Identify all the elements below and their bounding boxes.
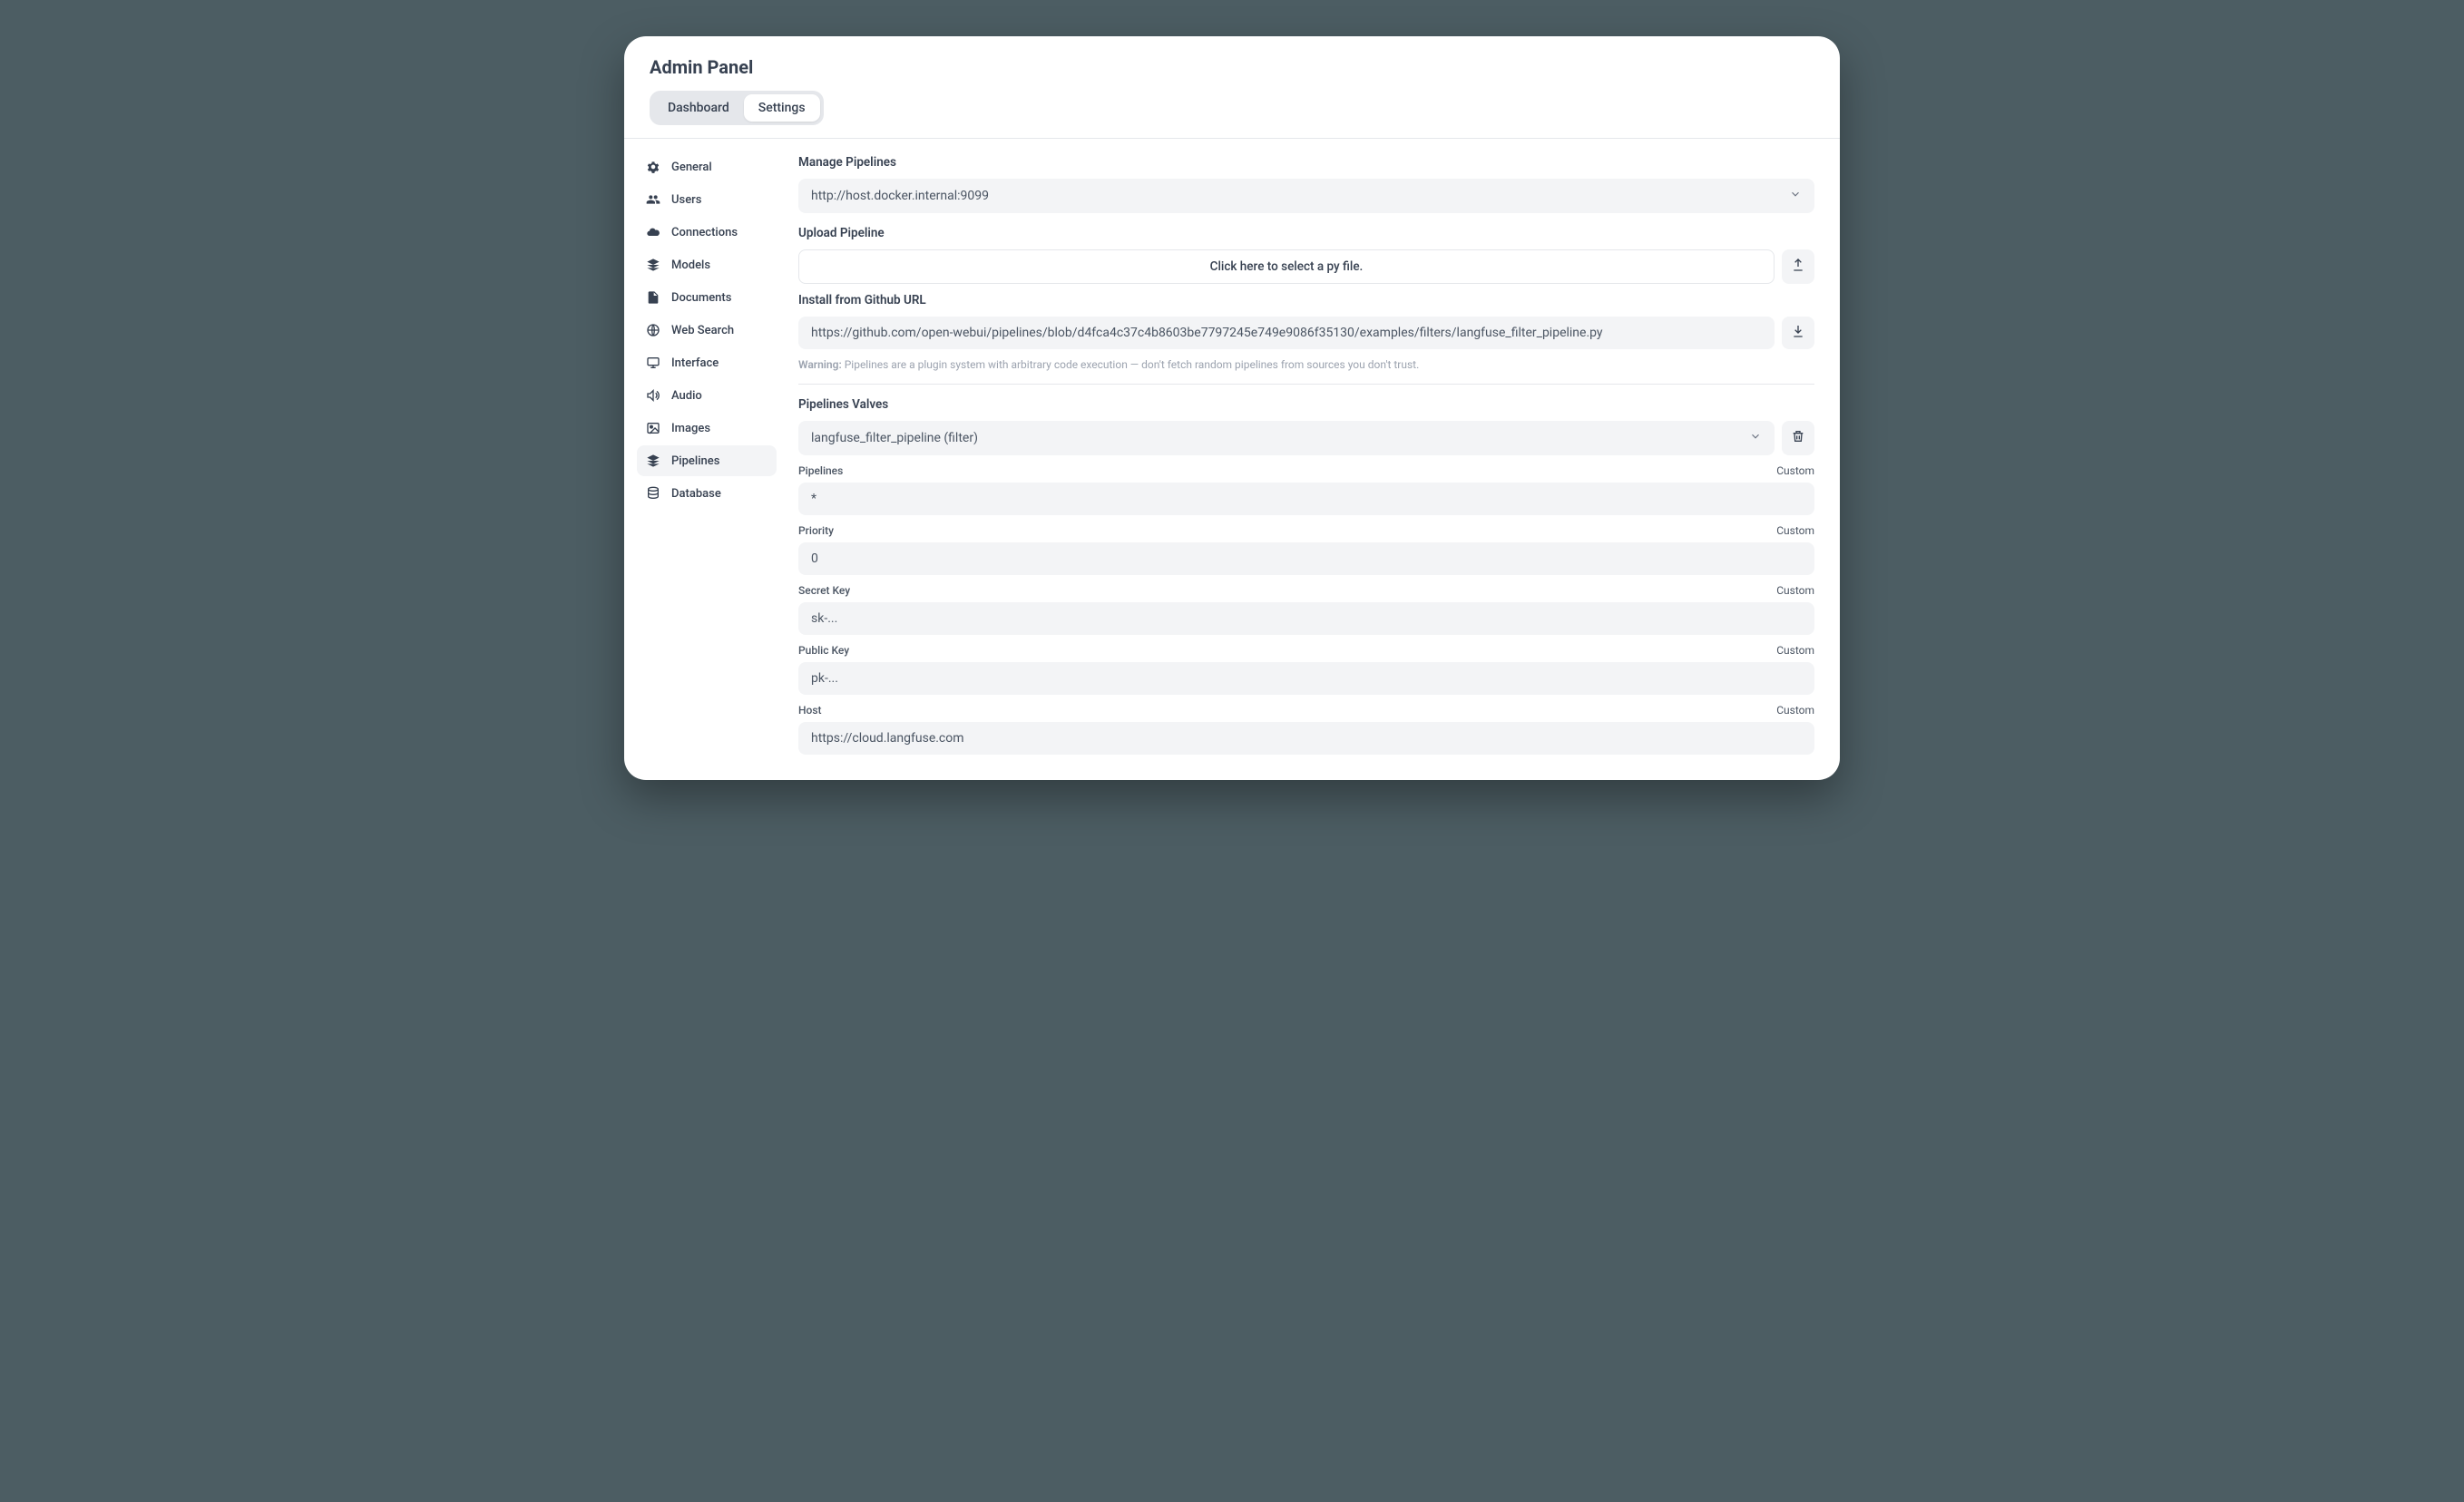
header: Admin Panel Dashboard Settings xyxy=(624,36,1840,138)
install-github-label: Install from Github URL xyxy=(798,293,1814,307)
pipeline-select[interactable]: langfuse_filter_pipeline (filter) xyxy=(798,421,1775,455)
sidebar-item-label: Models xyxy=(671,258,710,272)
valve-label: Priority xyxy=(798,524,834,537)
page-title: Admin Panel xyxy=(650,56,1814,78)
sidebar-item-label: Images xyxy=(671,422,710,435)
tab-dashboard[interactable]: Dashboard xyxy=(653,94,744,122)
sidebar-item-label: Pipelines xyxy=(671,454,719,468)
tab-settings[interactable]: Settings xyxy=(744,94,820,122)
valve-input-public-key[interactable]: pk-... xyxy=(798,662,1814,695)
download-button[interactable] xyxy=(1782,317,1814,349)
upload-button[interactable] xyxy=(1782,249,1814,284)
sidebar-item-label: Web Search xyxy=(671,324,734,337)
section-divider xyxy=(798,384,1814,385)
valve-input-pipelines[interactable]: * xyxy=(798,483,1814,515)
globe-icon xyxy=(646,323,660,337)
pipeline-host-value: http://host.docker.internal:9099 xyxy=(811,189,989,203)
delete-pipeline-button[interactable] xyxy=(1782,421,1814,455)
chevron-down-icon xyxy=(1749,430,1762,446)
top-tabs: Dashboard Settings xyxy=(650,91,824,125)
pipelines-valves-label: Pipelines Valves xyxy=(798,397,1814,412)
warning-body: Pipelines are a plugin system with arbit… xyxy=(842,358,1420,371)
manage-pipelines-label: Manage Pipelines xyxy=(798,155,1814,170)
valve-custom-toggle[interactable]: Custom xyxy=(1776,644,1814,657)
upload-icon xyxy=(1791,258,1805,276)
valve-custom-toggle[interactable]: Custom xyxy=(1776,704,1814,717)
sidebar-item-users[interactable]: Users xyxy=(637,184,777,215)
database-icon xyxy=(646,486,660,501)
valve-row-priority: Priority Custom xyxy=(798,524,1814,537)
github-url-input[interactable]: https://github.com/open-webui/pipelines/… xyxy=(798,317,1775,349)
sidebar-item-general[interactable]: General xyxy=(637,151,777,182)
valve-row-secret-key: Secret Key Custom xyxy=(798,584,1814,597)
sidebar-item-label: Documents xyxy=(671,291,731,305)
sidebar-item-label: Database xyxy=(671,487,721,501)
sidebar-item-label: Connections xyxy=(671,226,738,239)
sidebar-item-pipelines[interactable]: Pipelines xyxy=(637,445,777,476)
valve-label: Secret Key xyxy=(798,584,850,597)
sidebar-item-interface[interactable]: Interface xyxy=(637,347,777,378)
gear-icon xyxy=(646,160,660,174)
valve-row-host: Host Custom xyxy=(798,704,1814,717)
sidebar-item-connections[interactable]: Connections xyxy=(637,217,777,248)
valve-input-secret-key[interactable]: sk-... xyxy=(798,602,1814,635)
stack-icon xyxy=(646,258,660,272)
document-icon xyxy=(646,290,660,305)
valve-input-host[interactable]: https://cloud.langfuse.com xyxy=(798,722,1814,755)
monitor-icon xyxy=(646,356,660,370)
sidebar-item-database[interactable]: Database xyxy=(637,478,777,509)
sidebar-item-images[interactable]: Images xyxy=(637,413,777,444)
valve-custom-toggle[interactable]: Custom xyxy=(1776,464,1814,477)
admin-panel-window: Admin Panel Dashboard Settings General U… xyxy=(624,36,1840,780)
body: General Users Connections Models xyxy=(624,139,1840,780)
layers-icon xyxy=(646,454,660,468)
valve-input-priority[interactable]: 0 xyxy=(798,542,1814,575)
sidebar-item-label: Users xyxy=(671,193,701,207)
sidebar-item-label: General xyxy=(671,161,712,174)
image-icon xyxy=(646,421,660,435)
warning-bold: Warning: xyxy=(798,358,842,371)
sidebar-item-label: Interface xyxy=(671,356,719,370)
valve-label: Host xyxy=(798,704,822,717)
trash-icon xyxy=(1791,429,1805,447)
valve-label: Pipelines xyxy=(798,464,843,477)
sidebar-item-web-search[interactable]: Web Search xyxy=(637,315,777,346)
download-icon xyxy=(1791,324,1805,342)
cloud-icon xyxy=(646,225,660,239)
sidebar-item-label: Audio xyxy=(671,389,702,403)
valve-custom-toggle[interactable]: Custom xyxy=(1776,524,1814,537)
upload-file-zone[interactable]: Click here to select a py file. xyxy=(798,249,1775,284)
valve-label: Public Key xyxy=(798,644,849,657)
settings-sidebar: General Users Connections Models xyxy=(624,139,786,780)
sidebar-item-audio[interactable]: Audio xyxy=(637,380,777,411)
valve-row-public-key: Public Key Custom xyxy=(798,644,1814,657)
speaker-icon xyxy=(646,388,660,403)
main-content: Manage Pipelines http://host.docker.inte… xyxy=(786,139,1840,780)
sidebar-item-documents[interactable]: Documents xyxy=(637,282,777,313)
pipeline-host-select[interactable]: http://host.docker.internal:9099 xyxy=(798,179,1814,213)
valve-row-pipelines: Pipelines Custom xyxy=(798,464,1814,477)
warning-text: Warning: Pipelines are a plugin system w… xyxy=(798,358,1814,371)
valve-custom-toggle[interactable]: Custom xyxy=(1776,584,1814,597)
upload-pipeline-label: Upload Pipeline xyxy=(798,226,1814,240)
sidebar-item-models[interactable]: Models xyxy=(637,249,777,280)
users-icon xyxy=(646,192,660,207)
pipeline-select-value: langfuse_filter_pipeline (filter) xyxy=(811,431,978,445)
upload-prompt-text: Click here to select a py file. xyxy=(1210,259,1364,274)
chevron-down-icon xyxy=(1789,188,1802,204)
